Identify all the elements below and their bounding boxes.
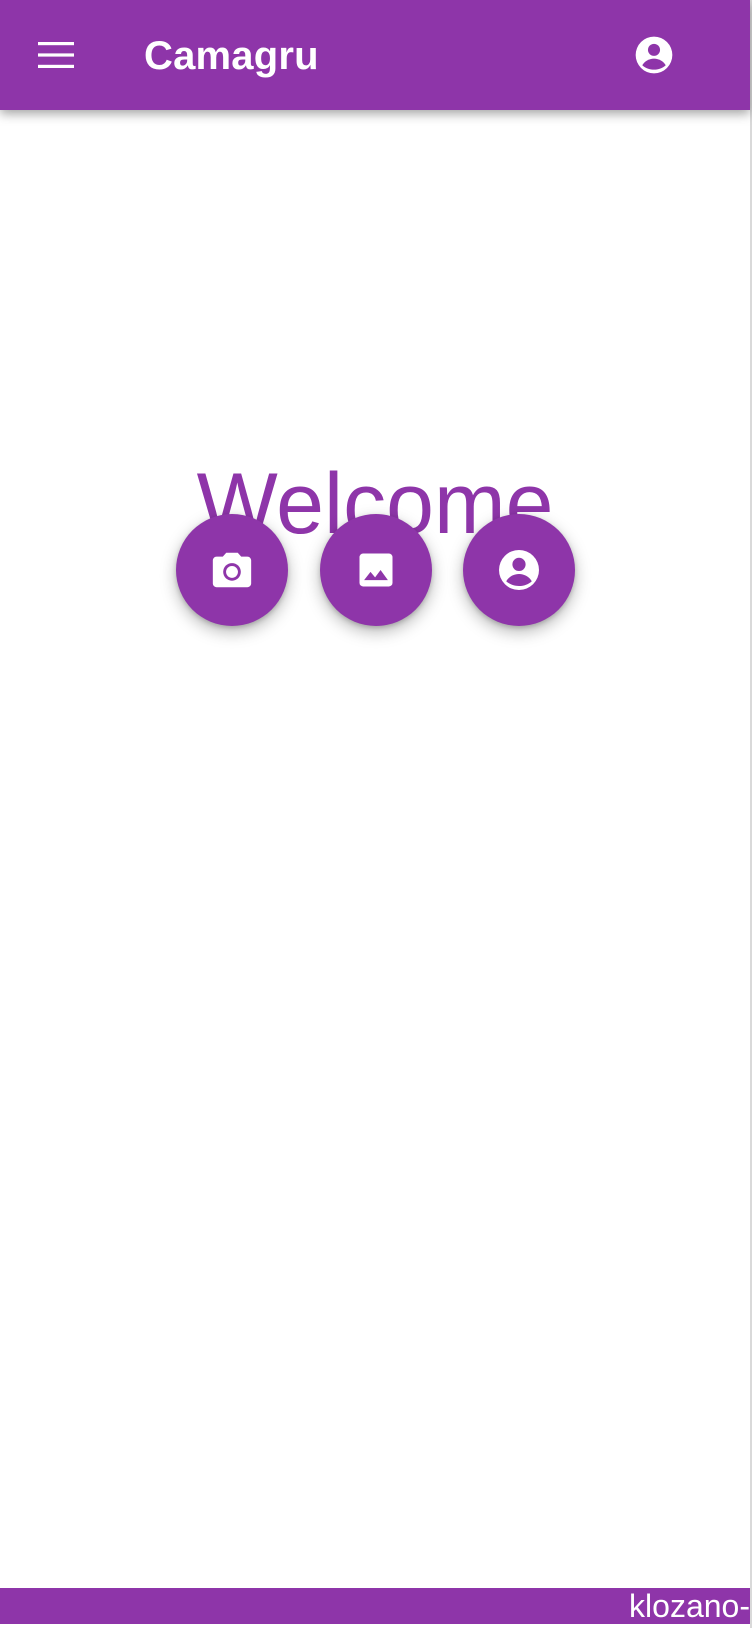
action-buttons bbox=[0, 514, 750, 626]
profile-button[interactable] bbox=[463, 514, 575, 626]
menu-icon bbox=[38, 42, 74, 68]
app-title: Camagru bbox=[144, 34, 319, 78]
account-circle-icon bbox=[499, 550, 539, 590]
camera-icon bbox=[212, 552, 252, 588]
account-button[interactable] bbox=[624, 25, 684, 85]
app-bar: Camagru bbox=[0, 0, 750, 110]
account-circle-icon bbox=[635, 36, 673, 74]
footer-bar: klozano- bbox=[0, 1588, 750, 1624]
gallery-button[interactable] bbox=[320, 514, 432, 626]
menu-button[interactable] bbox=[24, 25, 88, 85]
app-root: Camagru Welcome klozano- bbox=[0, 0, 752, 1628]
footer-credit: klozano- bbox=[629, 1588, 750, 1624]
image-icon bbox=[359, 553, 393, 587]
camera-button[interactable] bbox=[176, 514, 288, 626]
